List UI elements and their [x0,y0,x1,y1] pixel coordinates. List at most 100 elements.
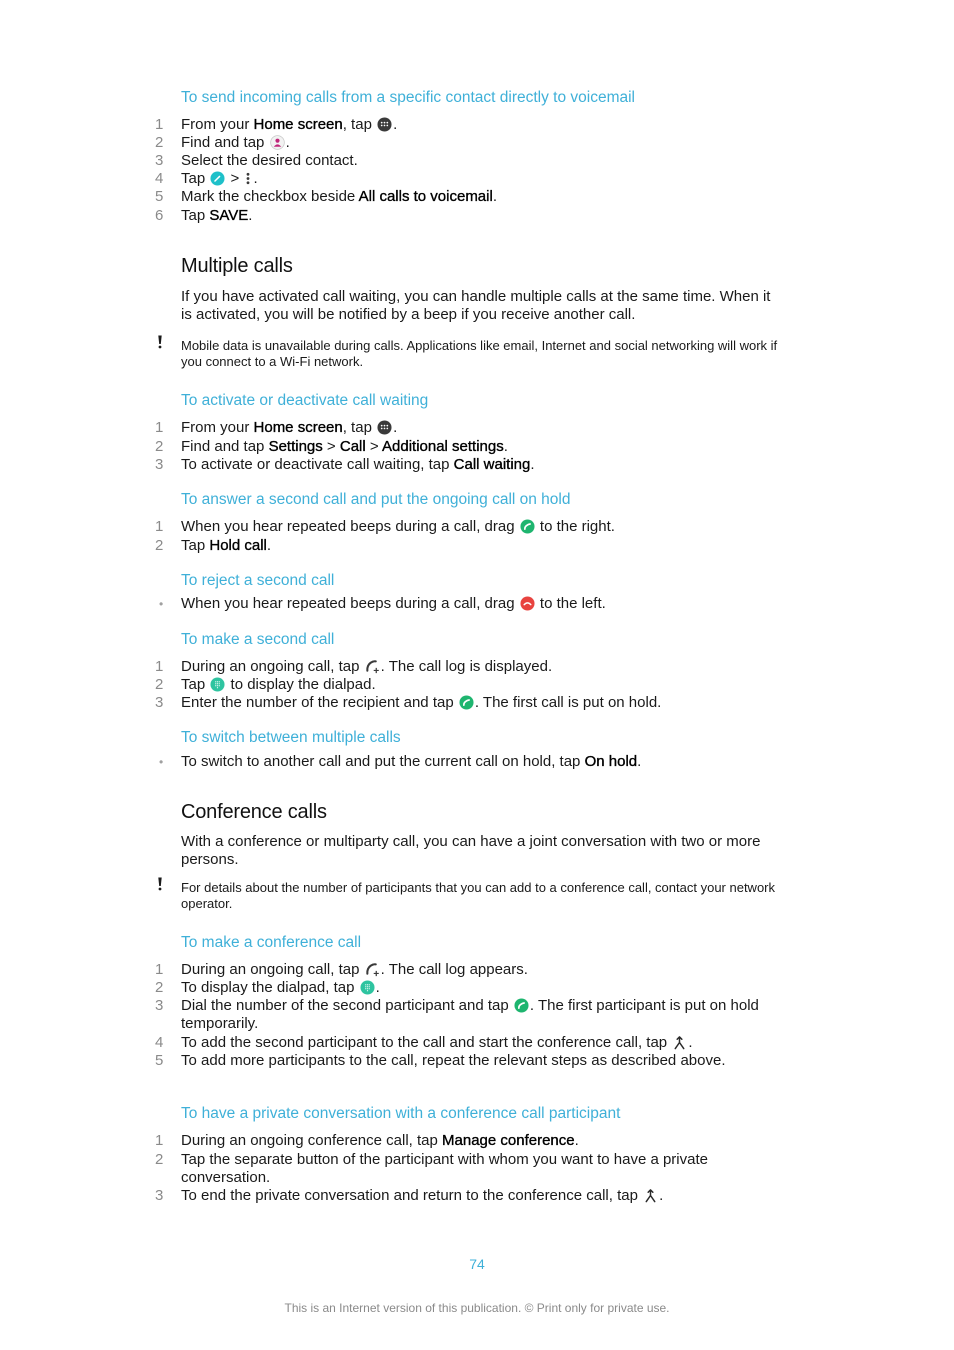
subheading-call-waiting: To activate or deactivate call waiting [181,392,429,409]
ui-term-call-waiting: Call waiting [453,456,531,473]
step-text: . The first call is put on hold. [474,694,662,711]
step-number: 2 [155,676,164,693]
step-text: To activate or deactivate call waiting, … [181,456,454,473]
apps-grid-icon [377,117,392,132]
step-number: 2 [155,438,164,455]
dialpad-icon [210,677,225,692]
bullet: • [159,597,164,611]
ui-term-home-screen: Home screen [253,419,343,436]
step-text: to the right. [535,518,615,535]
intro-multiple-calls: If you have activated call waiting, you … [181,288,771,323]
ui-term-on-hold: On hold [584,753,638,770]
step-number: 2 [155,134,164,151]
ui-term-call: Call [339,438,366,455]
step-text: From your [181,419,254,436]
subheading-private-conversation: To have a private conversation with a co… [181,1105,621,1122]
step-text: . [492,188,497,205]
subheading-answer-second-call: To answer a second call and put the ongo… [181,491,571,508]
subheading-make-conference-call: To make a conference call [181,934,362,951]
step-text: From your [181,116,254,133]
step-text: . [285,134,290,151]
step-text: Tap [181,676,210,693]
step-text: , tap [342,116,377,133]
dialpad-icon [360,980,375,995]
step-number: 5 [155,188,164,205]
step-number: 1 [155,1132,164,1149]
separator: > [365,438,382,455]
answer-call-icon [520,519,535,534]
subheading-switch-calls: To switch between multiple calls [181,729,401,746]
step-number: 3 [155,997,164,1014]
step-number: 3 [155,694,164,711]
step-text: . [375,979,380,996]
note-participants: For details about the number of particip… [181,880,776,911]
step-text: . [253,170,258,187]
step-text: When you hear repeated beeps during a ca… [181,518,519,535]
step-text: Find and tap [181,134,269,151]
step-text: Mark the checkbox beside [181,188,359,205]
step-text: . [266,537,272,554]
step-text: Find and tap [181,438,269,455]
edit-pencil-icon [210,171,225,186]
step-number: 4 [155,1034,164,1051]
step-text: to the left. [535,595,606,612]
step-text: To add the second participant to the cal… [181,1034,672,1051]
merge-calls-icon [643,1188,658,1203]
ui-term-settings: Settings [268,438,323,455]
step-number: 1 [155,116,164,133]
step-text: Select the desired contact. [181,152,358,169]
heading-multiple-calls: Multiple calls [181,255,293,277]
step-number: 1 [155,961,164,978]
step-text: . The call log is displayed. [380,658,553,675]
reject-call-icon [520,596,535,611]
step-number: 2 [155,1151,164,1168]
step-number: 1 [155,419,164,436]
step-text: . [393,419,398,436]
step-number: 3 [155,1187,164,1204]
step-text: Tap [181,207,210,224]
step-text: . [530,456,535,473]
subheading-voicemail: To send incoming calls from a specific c… [181,89,635,106]
note-mobile-data: Mobile data is unavailable during calls.… [181,338,778,369]
step-text: . [503,438,508,455]
footer-notice: This is an Internet version of this publ… [284,1301,670,1315]
step-number: 1 [155,518,164,535]
exclamation-icon [156,876,164,892]
step-text: To switch to another call and put the cu… [181,753,585,770]
page-number: 74 [469,1256,485,1272]
step-text: To display the dialpad, tap [181,979,359,996]
separator: > [226,170,244,187]
step-number: 3 [155,456,164,473]
subheading-reject-second-call: To reject a second call [181,572,335,589]
step-text: . The call log appears. [380,961,528,978]
step-text: . [574,1132,579,1149]
step-number: 5 [155,1052,164,1069]
step-text: to display the dialpad. [226,676,376,693]
step-text: To end the private conversation and retu… [181,1187,643,1204]
step-text: Tap [181,170,210,187]
intro-conference-calls: With a conference or multiparty call, yo… [181,833,761,868]
add-call-icon [365,659,380,674]
step-text: When you hear repeated beeps during a ca… [181,595,519,612]
step-number: 2 [155,537,164,554]
separator: > [322,438,340,455]
add-call-icon [365,962,380,977]
step-text: . [688,1034,693,1051]
step-text: Tap the separate button of the participa… [181,1151,708,1186]
ui-term-hold-call: Hold call [209,537,267,554]
ui-term-all-calls-to-voicemail: All calls to voicemail [358,188,493,205]
ui-term-additional-settings: Additional settings [382,438,504,455]
exclamation-icon [156,334,164,350]
contacts-icon [270,135,285,150]
step-text: . [248,207,253,224]
step-text: During an ongoing conference call, tap [181,1132,443,1149]
step-text: . [393,116,398,133]
merge-calls-icon [672,1035,687,1050]
step-number: 2 [155,979,164,996]
step-text: . [659,1187,664,1204]
step-number: 4 [155,170,164,187]
step-text: . [637,753,642,770]
apps-grid-icon [377,420,392,435]
step-number: 6 [155,207,164,224]
ui-term-home-screen: Home screen [253,116,343,133]
